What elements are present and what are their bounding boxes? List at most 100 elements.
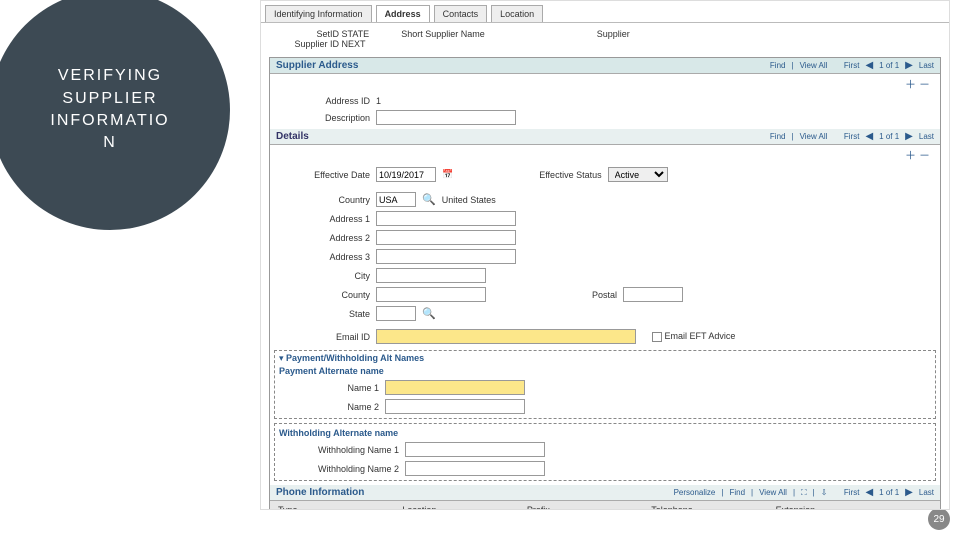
p-count: 1 of 1 bbox=[879, 488, 899, 497]
d-viewall-link[interactable]: View All bbox=[800, 132, 828, 141]
wname1-label: Withholding Name 1 bbox=[289, 445, 399, 455]
email-input[interactable] bbox=[376, 329, 636, 344]
setid-label: SetID bbox=[273, 29, 339, 39]
col-type: Type bbox=[274, 503, 398, 510]
payment-alt-title: Payment Alternate name bbox=[279, 364, 931, 378]
p-last-link[interactable]: Last bbox=[919, 488, 934, 497]
d-find-link[interactable]: Find bbox=[770, 132, 786, 141]
remove-row-icon[interactable]: － bbox=[919, 79, 930, 91]
slide-title-line2: SUPPLIER bbox=[50, 88, 169, 110]
address-id-value: 1 bbox=[376, 96, 381, 106]
address3-label: Address 3 bbox=[280, 252, 370, 262]
slide-title: VERIFYING SUPPLIER INFORMATIO N bbox=[50, 65, 169, 155]
add-row-icon[interactable]: ＋ bbox=[905, 150, 916, 162]
address3-input[interactable] bbox=[376, 249, 516, 264]
state-input[interactable] bbox=[376, 306, 416, 321]
p-first-link[interactable]: First bbox=[844, 488, 860, 497]
details-title: Details bbox=[276, 131, 309, 142]
chevron-left-icon[interactable]: ◀ bbox=[865, 131, 873, 142]
sa-count: 1 of 1 bbox=[879, 61, 899, 70]
supplier-label: Supplier bbox=[597, 29, 630, 39]
name1-label: Name 1 bbox=[289, 383, 379, 393]
chevron-left-icon[interactable]: ◀ bbox=[865, 487, 873, 498]
setid-value: STATE bbox=[342, 29, 370, 39]
effdate-label: Effective Date bbox=[280, 170, 370, 180]
col-location: Location bbox=[398, 503, 522, 510]
supplierid-value: NEXT bbox=[342, 39, 366, 49]
tab-contacts[interactable]: Contacts bbox=[434, 5, 488, 22]
p-viewall-link[interactable]: View All bbox=[759, 488, 787, 497]
p-personalize-link[interactable]: Personalize bbox=[674, 488, 716, 497]
sa-viewall-link[interactable]: View All bbox=[800, 61, 828, 70]
lookup-icon[interactable]: 🔍 bbox=[422, 307, 436, 320]
name2-input[interactable] bbox=[385, 399, 525, 414]
p-find-link[interactable]: Find bbox=[729, 488, 745, 497]
slide-title-circle: VERIFYING SUPPLIER INFORMATIO N bbox=[0, 0, 230, 230]
postal-input[interactable] bbox=[623, 287, 683, 302]
details-nav: Find | View All First ◀ 1 of 1 ▶ Last bbox=[770, 131, 934, 142]
state-label: State bbox=[280, 309, 370, 319]
col-extension: Extension bbox=[772, 503, 896, 510]
lookup-icon[interactable]: 🔍 bbox=[422, 193, 436, 206]
slide-number: 29 bbox=[928, 508, 950, 530]
withholding-alt-section: Withholding Alternate name Withholding N… bbox=[274, 423, 936, 481]
wname2-input[interactable] bbox=[405, 461, 545, 476]
city-input[interactable] bbox=[376, 268, 486, 283]
calendar-icon[interactable]: 📅 bbox=[442, 169, 453, 180]
effstatus-select[interactable]: Active bbox=[608, 167, 668, 182]
country-input[interactable] bbox=[376, 192, 416, 207]
supplier-address-section: Supplier Address Find | View All First ◀… bbox=[269, 57, 941, 510]
tab-location[interactable]: Location bbox=[491, 5, 543, 22]
address1-label: Address 1 bbox=[280, 214, 370, 224]
chevron-right-icon[interactable]: ▶ bbox=[905, 131, 913, 142]
sa-find-link[interactable]: Find bbox=[770, 61, 786, 70]
email-eft-label: Email EFT Advice bbox=[665, 331, 736, 341]
add-row-icon[interactable]: ＋ bbox=[905, 79, 916, 91]
chevron-right-icon[interactable]: ▶ bbox=[905, 60, 913, 71]
zoom-icon[interactable]: ⛶ bbox=[801, 488, 807, 498]
tabs: Identifying Information Address Contacts… bbox=[261, 1, 949, 23]
app-frame: Identifying Information Address Contacts… bbox=[260, 0, 950, 510]
collapse-icon[interactable]: ▾ bbox=[279, 353, 284, 363]
address2-label: Address 2 bbox=[280, 233, 370, 243]
description-input[interactable] bbox=[376, 110, 516, 125]
sa-last-link[interactable]: Last bbox=[919, 61, 934, 70]
download-icon[interactable]: ⇩ bbox=[821, 488, 828, 497]
slide-title-line4: N bbox=[50, 132, 169, 154]
col-telephone: Telephone bbox=[647, 503, 771, 510]
alt-names-title: Payment/Withholding Alt Names bbox=[286, 351, 424, 365]
county-label: County bbox=[280, 290, 370, 300]
email-label: Email ID bbox=[280, 332, 370, 342]
d-first-link[interactable]: First bbox=[844, 132, 860, 141]
supplier-address-nav: Find | View All First ◀ 1 of 1 ▶ Last bbox=[770, 60, 934, 71]
slide-title-line3: INFORMATIO bbox=[50, 110, 169, 132]
top-identity-row: SetID STATE Supplier ID NEXT Short Suppl… bbox=[261, 23, 949, 55]
phone-nav: Personalize | Find | View All | ⛶ | ⇩ Fi… bbox=[674, 487, 934, 498]
chevron-right-icon[interactable]: ▶ bbox=[905, 487, 913, 498]
sa-first-link[interactable]: First bbox=[844, 61, 860, 70]
d-count: 1 of 1 bbox=[879, 132, 899, 141]
email-eft-checkbox[interactable] bbox=[652, 332, 662, 342]
country-name: United States bbox=[442, 195, 496, 205]
effdate-input[interactable] bbox=[376, 167, 436, 182]
chevron-left-icon[interactable]: ◀ bbox=[865, 60, 873, 71]
wname2-label: Withholding Name 2 bbox=[289, 464, 399, 474]
sa-add-remove: ＋ － bbox=[270, 74, 940, 94]
supplierid-label: Supplier ID bbox=[273, 39, 339, 49]
address2-input[interactable] bbox=[376, 230, 516, 245]
wname1-input[interactable] bbox=[405, 442, 545, 457]
phone-table-header: Type Location Prefix Telephone Extension bbox=[270, 501, 940, 510]
tab-identifying[interactable]: Identifying Information bbox=[265, 5, 372, 22]
name1-input[interactable] bbox=[385, 380, 525, 395]
tab-address[interactable]: Address bbox=[376, 5, 430, 22]
phone-title: Phone Information bbox=[276, 487, 364, 498]
name2-label: Name 2 bbox=[289, 402, 379, 412]
remove-row-icon[interactable]: － bbox=[919, 150, 930, 162]
description-label: Description bbox=[280, 113, 370, 123]
effstatus-label: Effective Status bbox=[539, 170, 601, 180]
d-last-link[interactable]: Last bbox=[919, 132, 934, 141]
country-label: Country bbox=[280, 195, 370, 205]
county-input[interactable] bbox=[376, 287, 486, 302]
address1-input[interactable] bbox=[376, 211, 516, 226]
postal-label: Postal bbox=[592, 290, 617, 300]
